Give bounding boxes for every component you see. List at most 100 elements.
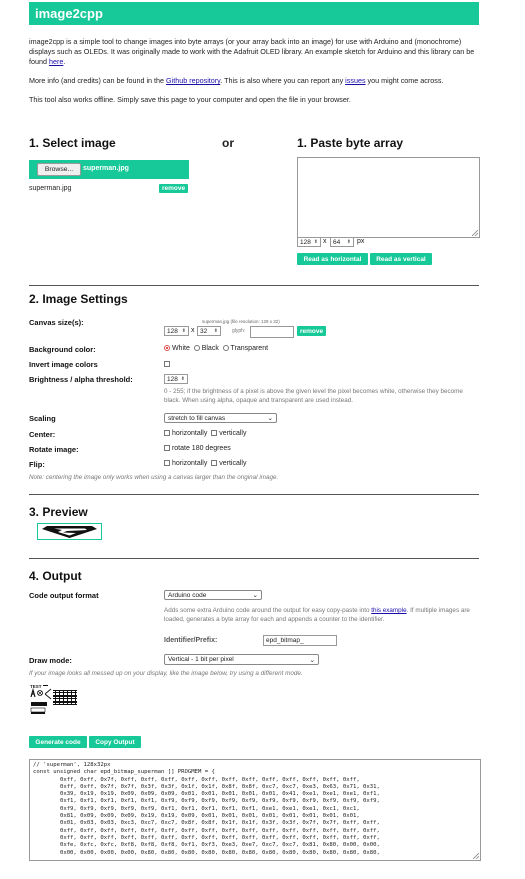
- flip-horizontal-label: horizontally: [171, 460, 208, 467]
- canvas-file-label: superman.jpg (file resolution: 128 x 32): [202, 319, 280, 324]
- glyph-input[interactable]: [250, 326, 294, 338]
- paste-x-label: x: [323, 238, 327, 245]
- brightness-label: Brightness / alpha threshold:: [29, 375, 133, 384]
- file-input[interactable]: Browse... superman.jpg: [29, 160, 189, 179]
- intro-text: More info (and credits) can be found in …: [29, 76, 167, 85]
- intro-paragraph-1: image2cpp is a simple tool to change ima…: [29, 37, 479, 67]
- flip-horizontal-checkbox[interactable]: [164, 460, 170, 467]
- intro-text: you might come across.: [365, 76, 444, 85]
- brightness-input[interactable]: 128 ⬍: [164, 374, 188, 384]
- chevron-down-icon: ⌄: [267, 415, 273, 422]
- paste-px-label: px: [357, 238, 365, 245]
- resize-handle-icon[interactable]: [473, 853, 479, 859]
- browse-button[interactable]: Browse...: [37, 163, 81, 176]
- intro-text: .: [63, 57, 66, 66]
- identifier-input[interactable]: epd_bitmap_: [263, 635, 337, 646]
- garbled-pattern-icon: [30, 685, 77, 714]
- center-label: Center:: [29, 430, 56, 439]
- issues-link[interactable]: issues: [345, 76, 365, 85]
- generate-code-button[interactable]: Generate code: [29, 736, 87, 748]
- invert-label: Invert image colors: [29, 360, 98, 369]
- center-options: horizontally vertically: [164, 430, 246, 437]
- divider: [29, 558, 479, 559]
- intro: image2cpp is a simple tool to change ima…: [29, 37, 479, 105]
- superman-logo-icon: [42, 526, 97, 538]
- divider: [29, 494, 479, 495]
- flip-vertical-label: vertically: [219, 460, 247, 467]
- byte-array-textarea[interactable]: [297, 157, 480, 238]
- rotate-label: Rotate image:: [29, 445, 79, 454]
- remove-image-button[interactable]: remove: [159, 184, 188, 193]
- paste-array-title: 1. Paste byte array: [297, 136, 404, 150]
- code-output-textarea[interactable]: // 'superman', 128x32px const unsigned c…: [29, 759, 481, 861]
- read-vertical-button[interactable]: Read as vertical: [370, 253, 432, 265]
- bg-transparent-radio[interactable]: [222, 345, 229, 352]
- image-settings-title: 2. Image Settings: [29, 292, 128, 306]
- garbled-sample-image: TEST: [29, 682, 81, 716]
- resize-handle-icon[interactable]: [472, 230, 478, 236]
- flip-options: horizontally vertically: [164, 460, 246, 467]
- scaling-select[interactable]: stretch to fill canvas ⌄: [164, 413, 277, 423]
- code-format-hint: Adds some extra Arduino code around the …: [164, 606, 480, 624]
- flip-vertical-checkbox[interactable]: [211, 460, 218, 467]
- header-banner: image2cpp: [29, 2, 479, 25]
- bg-white-label: White: [171, 345, 190, 352]
- rotate-checkbox[interactable]: [164, 445, 170, 452]
- code-format-label: Code output format: [29, 591, 99, 600]
- select-image-title: 1. Select image: [29, 136, 116, 150]
- rotate-option: rotate 180 degrees: [164, 445, 231, 452]
- code-format-select[interactable]: Arduino code ⌄: [164, 590, 262, 600]
- bg-white-radio[interactable]: [164, 345, 170, 352]
- background-options: White Black Transparent: [164, 345, 268, 352]
- identifier-label: Identifier/Prefix:: [164, 637, 218, 644]
- spinner-icon[interactable]: ⬍: [182, 328, 186, 334]
- paste-height-value: 64: [333, 238, 341, 246]
- code-format-value: Arduino code: [168, 591, 207, 599]
- bg-transparent-label: Transparent: [230, 345, 269, 352]
- canvas-height-input[interactable]: 32 ⬍: [197, 326, 221, 336]
- brightness-value: 128: [167, 375, 178, 383]
- intro-text: . This is also where you can report any: [220, 76, 346, 85]
- example-link[interactable]: here: [49, 57, 63, 66]
- draw-mode-select[interactable]: Vertical - 1 bit per pixel ⌄: [164, 654, 319, 665]
- paste-width-input[interactable]: 128 ⬍: [297, 237, 321, 247]
- read-horizontal-button[interactable]: Read as horizontal: [297, 253, 368, 265]
- center-vertical-label: vertically: [219, 430, 247, 437]
- code-output-text: // 'superman', 128x32px const unsigned c…: [33, 762, 380, 856]
- canvas-size-label: Canvas size(s):: [29, 318, 84, 327]
- draw-mode-hint: If your image looks all messed up on you…: [29, 670, 303, 677]
- center-vertical-checkbox[interactable]: [211, 430, 218, 437]
- bg-black-radio[interactable]: [193, 345, 200, 352]
- preview-canvas: [37, 523, 102, 540]
- copy-output-button[interactable]: Copy Output: [89, 736, 141, 748]
- spinner-icon[interactable]: ⬍: [347, 239, 351, 245]
- scaling-label: Scaling: [29, 414, 56, 423]
- remove-canvas-button[interactable]: remove: [297, 326, 326, 336]
- draw-mode-label: Draw mode:: [29, 656, 72, 665]
- preview-title: 3. Preview: [29, 505, 88, 519]
- this-example-link[interactable]: this example: [371, 607, 406, 614]
- chevron-down-icon: ⌄: [309, 656, 315, 664]
- canvas-x-label: x: [191, 327, 195, 334]
- centering-note: Note: centering the image only works whe…: [29, 474, 279, 481]
- center-horizontal-checkbox[interactable]: [164, 430, 170, 437]
- canvas-height-value: 32: [200, 327, 208, 335]
- intro-paragraph-3: This tool also works offline. Simply sav…: [29, 95, 351, 104]
- brightness-hint: 0 - 255; if the brightness of a pixel is…: [164, 388, 463, 404]
- spinner-icon[interactable]: ⬍: [314, 239, 318, 245]
- spinner-icon[interactable]: ⬍: [214, 328, 218, 334]
- selected-filename: superman.jpg: [83, 165, 129, 172]
- background-color-label: Background color:: [29, 345, 96, 354]
- intro-paragraph-2: More info (and credits) can be found in …: [29, 76, 479, 86]
- canvas-width-input[interactable]: 128 ⬍: [164, 326, 189, 336]
- paste-height-input[interactable]: 64 ⬍: [330, 237, 354, 247]
- invert-checkbox[interactable]: [164, 361, 170, 367]
- glyph-label: glyph:: [232, 328, 246, 334]
- intro-text: image2cpp is a simple tool to change ima…: [29, 37, 475, 66]
- spinner-icon[interactable]: ⬍: [181, 376, 185, 382]
- loaded-file-label: superman.jpg: [29, 185, 72, 192]
- github-link[interactable]: Github repository: [166, 76, 220, 85]
- app-title: image2cpp: [35, 6, 103, 21]
- scaling-value: stretch to fill canvas: [168, 414, 226, 422]
- canvas-width-value: 128: [167, 327, 178, 335]
